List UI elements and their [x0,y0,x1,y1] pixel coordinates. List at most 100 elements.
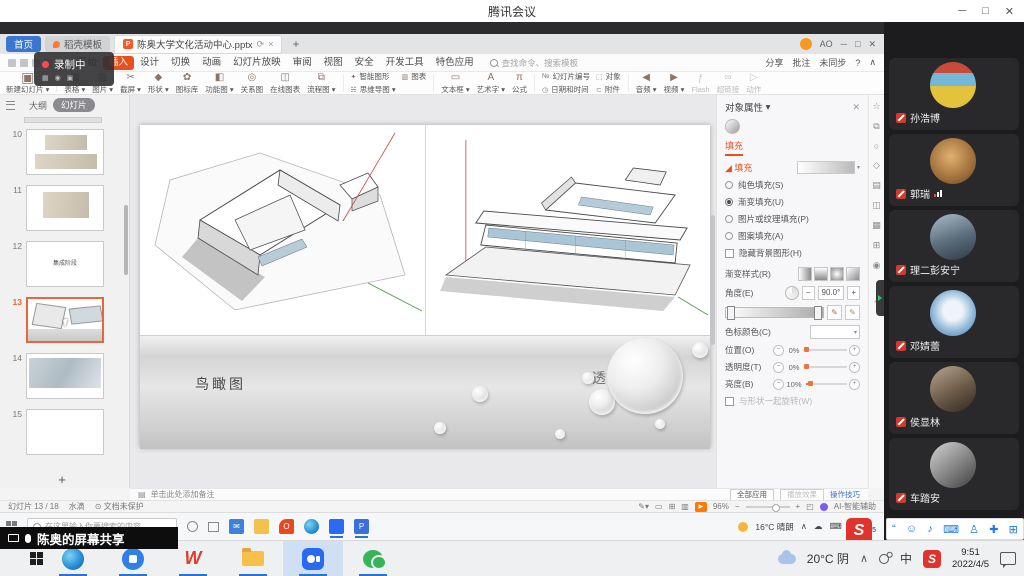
ribbon-tab-安全[interactable]: 安全 [349,56,380,70]
ribbon-button-截屏[interactable]: ✂截屏 ▾ [120,72,141,95]
fill-option-纯色填充(S)[interactable]: 纯色填充(S) [725,179,860,191]
ribbon-button-附件[interactable]: ⊂附件 [596,84,621,95]
increase-button[interactable]: + [849,362,860,373]
decrease-button[interactable]: − [773,345,784,356]
local-clock[interactable]: 9:51 2022/4/5 [952,547,989,571]
ribbon-tab-设计[interactable]: 设计 [134,56,165,70]
notes-placeholder[interactable]: 单击此处添加备注 [151,489,215,500]
tab-slides[interactable]: 幻灯片 [53,98,95,112]
local-weather[interactable]: 20°C 阴 [807,550,849,567]
maximize-icon[interactable]: □ [982,5,989,17]
decrease-button[interactable]: − [773,362,784,373]
ribbon-button-超链接[interactable]: ∞超链接 [717,72,740,95]
side-tool-icon-0[interactable]: ☆ [872,101,880,112]
participant-tile[interactable]: 孙浩博 [889,58,1019,130]
fill-section-label[interactable]: 填充 [734,163,752,173]
ribbon-button-功能图[interactable]: ◧功能图 ▾ [205,72,233,95]
slider-knob[interactable] [804,347,809,352]
taskbar-wechat[interactable] [343,541,403,576]
remote-weather[interactable]: 16°C 晴朗 [755,521,793,533]
ribbon-tab-开发工具[interactable]: 开发工具 [380,56,430,70]
tab-document[interactable]: P 陈奥大学文化活动中心.pptx ⟳ × [114,35,282,54]
ribbon-button-日期和时间[interactable]: ◷日期和时间 [542,84,590,95]
slide-thumbnail-11[interactable] [26,185,104,231]
slide-thumbnail-10[interactable] [26,129,104,175]
account-avatar[interactable] [800,38,812,50]
zoom-slider[interactable] [746,506,790,508]
ime-tool-icon-5[interactable]: ✚ [989,523,998,536]
participant-tile[interactable]: 郭瑞 [889,134,1019,206]
ribbon-button-智能图形[interactable]: ✦智能图形 [351,72,396,82]
taskbar-explorer[interactable] [223,541,283,576]
ribbon-tab-动画[interactable]: 动画 [196,56,227,70]
slider-track[interactable] [806,366,847,368]
fit-screen-icon[interactable]: ◰ [806,502,814,511]
slide-thumbnail-14[interactable] [26,353,104,399]
gradient-style-diagonal[interactable] [846,267,860,281]
birdseye-image[interactable] [140,125,425,335]
collapse-ribbon-icon[interactable]: ∧ [869,57,876,68]
stop-color-dropdown[interactable]: ▾ [810,325,860,339]
ribbon-button-Flash[interactable]: ƒFlash [691,73,709,94]
new-tab-button[interactable]: + [286,37,305,51]
angle-decrease[interactable]: − [802,286,815,300]
add-stop-button[interactable]: ✎ [827,305,842,320]
tips-link[interactable]: 操作技巧 [830,489,860,500]
sync-status[interactable]: 未同步 [819,56,846,69]
tab-home[interactable]: 首页 [6,36,41,52]
slideshow-play-button[interactable]: ▶ [695,502,707,512]
close-icon[interactable]: ✕ [1005,5,1014,18]
ribbon-button-形状[interactable]: ◆形状 ▾ [148,72,169,95]
cortana-icon[interactable] [187,521,198,532]
ribbon-button-流程图[interactable]: ⧉流程图 ▾ [307,72,335,95]
stop-icon[interactable]: ▣ [67,74,74,82]
participant-tile[interactable]: 车踏安 [889,438,1019,510]
tab-outline[interactable]: 大纲 [29,99,47,112]
ribbon-button-在线图表[interactable]: ◫在线图表 [270,72,300,95]
sogou-ime-icon[interactable]: S [846,518,872,540]
screen-icon[interactable]: ◉ [55,74,61,82]
side-tool-icon-6[interactable]: ▦ [872,220,881,231]
ribbon-button-动作[interactable]: ▷动作 [746,72,761,95]
play-effect-button[interactable]: 播放效果 [780,489,824,501]
fill-option-渐变填充(U)[interactable]: 渐变填充(U) [725,196,860,208]
tencent-meeting-icon[interactable] [329,519,344,534]
ime-tool-icon-0[interactable]: “ [892,523,896,535]
ribbon-button-音频[interactable]: ◀音频 ▾ [636,72,657,95]
remove-stop-button[interactable]: ✎ [845,305,860,320]
ime-tool-icon-4[interactable]: ♙ [969,523,979,536]
ribbon-button-艺术字[interactable]: A艺术字 ▾ [477,72,505,95]
ime-tool-icon-6[interactable]: ⊞ [1009,523,1018,536]
tab-templates[interactable]: 稻壳模板 [45,36,110,52]
fill-tab[interactable]: 填充 [725,139,743,156]
slider-knob[interactable] [808,381,813,386]
slide-thumbnail-12[interactable]: 集成阶段 [26,241,104,287]
hide-background-checkbox[interactable]: 隐藏背景图形(H) [725,247,860,259]
view-sorter-icon[interactable]: ⊞ [669,502,676,511]
ribbon-button-思维导图[interactable]: ☵思维导图 ▾ [351,84,396,95]
panel-close-icon[interactable]: ✕ [852,102,860,113]
participant-tile[interactable]: 理二彭安宁 [889,210,1019,282]
ime-tool-icon-1[interactable]: ☺ [906,523,917,535]
ribbon-tab-审阅[interactable]: 审阅 [287,56,318,70]
participant-tile[interactable]: 侯显林 [889,362,1019,434]
side-tool-icon-3[interactable]: ◇ [873,160,880,171]
gradient-style-linear[interactable] [798,267,812,281]
ribbon-tab-幻灯片放映[interactable]: 幻灯片放映 [227,56,287,70]
gradient-stop[interactable] [727,306,735,320]
view-normal-icon[interactable]: ▭ [655,502,663,511]
current-slide[interactable]: 鸟瞰图 透视图 [140,125,710,448]
cloud-tray-icon[interactable]: ☁ [814,521,823,532]
tray-expand-icon[interactable]: ∧ [801,521,807,532]
ribbon-tab-视图[interactable]: 视图 [318,56,349,70]
gradient-preview-dropdown[interactable]: ▾ [797,161,860,174]
wps-close-icon[interactable]: ✕ [868,39,876,50]
gradient-stop[interactable] [814,306,822,320]
apply-all-button[interactable]: 全部应用 [730,489,774,501]
ai-assist-label[interactable]: AI-智能辅助 [834,501,876,512]
wps-minimize-icon[interactable]: ─ [841,39,847,49]
panel-menu-icon[interactable] [6,101,15,110]
add-slide-button[interactable]: + [0,472,124,488]
angle-increase[interactable]: + [847,286,860,300]
perspective-image[interactable] [425,125,710,335]
